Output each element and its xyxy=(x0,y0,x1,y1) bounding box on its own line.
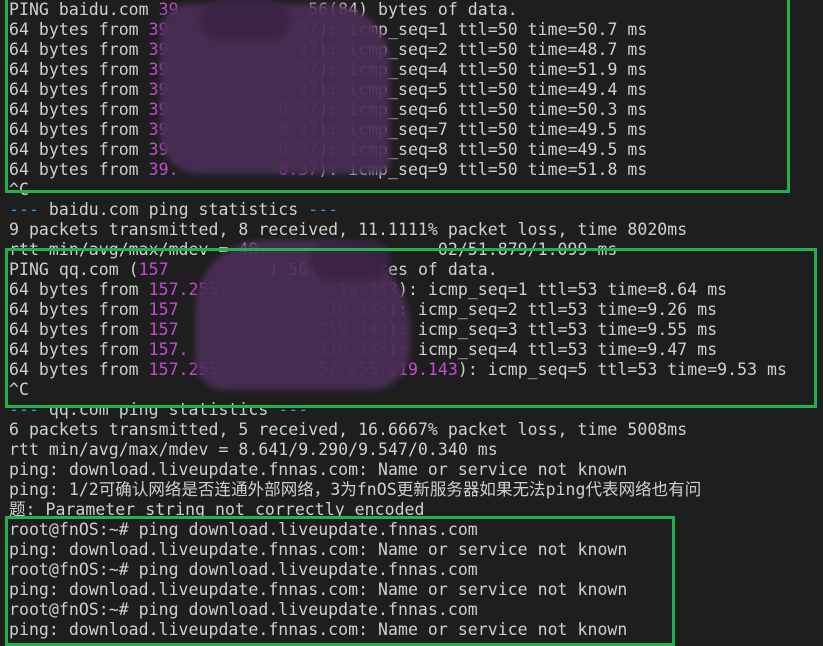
terminal-line: 64 bytes from 39. .37): icmp_seq=4 ttl=5… xyxy=(9,60,823,80)
terminal-line: 题: Parameter string not correctly encode… xyxy=(9,500,823,520)
terminal-line: 64 bytes from 39 0.37): icmp_seq=6 ttl=5… xyxy=(9,100,823,120)
terminal-line: PING baidu.com 39 56(84) bytes of data. xyxy=(9,0,823,20)
output-text: baidu.com ping statistics xyxy=(48,200,299,219)
terminal-line: root@fnOS:~# ping download.liveupdate.fn… xyxy=(9,600,823,620)
output-text: 64 bytes from xyxy=(9,280,149,299)
stats-separator: --- xyxy=(9,400,49,419)
terminal-line: ping: download.liveupdate.fnnas.com: Nam… xyxy=(9,540,823,560)
output-text: ping: 1/2可确认网络是否连通外部网络，3为fnOS更新服务器如果无法pi… xyxy=(9,480,702,499)
ip-address-text: 157 xyxy=(148,300,179,319)
output-text: 题: Parameter string not correctly encode… xyxy=(9,500,425,519)
output-text: 9 packets transmitted, 8 received, 11.11… xyxy=(9,220,688,239)
stats-separator: --- xyxy=(268,400,309,419)
terminal-line: rtt min/avg/max/mdev = 48. 02/51.879/1.0… xyxy=(9,240,823,260)
output-text: ping: download.liveupdate.fnnas.com: Nam… xyxy=(9,540,628,559)
output-text: 64 bytes from xyxy=(9,20,149,39)
stats-separator: --- xyxy=(298,200,339,219)
output-text: 64 bytes from xyxy=(9,140,149,159)
terminal-line: 64 bytes from 157.255 57.255.219.143): i… xyxy=(9,360,823,380)
terminal-line: 64 bytes from 157 219.143): icmp_seq=3 t… xyxy=(9,320,823,340)
terminal-output[interactable]: PING baidu.com 39 56(84) bytes of data.6… xyxy=(9,0,823,640)
terminal-line: ^C xyxy=(9,180,823,200)
output-text: ping: download.liveupdate.fnnas.com: Nam… xyxy=(9,580,628,599)
output-text: 6 packets transmitted, 5 received, 16.66… xyxy=(9,420,688,439)
terminal-line: 6 packets transmitted, 5 received, 16.66… xyxy=(9,420,823,440)
terminal-line: --- qq.com ping statistics --- xyxy=(9,400,823,420)
output-text: 64 bytes from xyxy=(9,360,149,379)
output-text: ): icmp_seq=1 ttl=53 time=8.64 ms xyxy=(398,280,728,299)
terminal-line: 64 bytes from 157.255. 19.143): icmp_seq… xyxy=(9,280,823,300)
output-text: ^C xyxy=(9,380,29,399)
ip-address-text: 157 xyxy=(138,260,169,279)
output-text: ): icmp_seq=5 ttl=53 time=9.53 ms xyxy=(457,360,787,379)
terminal-line: ping: download.liveupdate.fnnas.com: Nam… xyxy=(9,580,823,600)
output-text: root@fnOS:~# ping download.liveupdate.fn… xyxy=(9,560,478,579)
stats-separator: --- xyxy=(9,200,49,219)
output-text: ): icmp_seq=3 ttl=53 time=9.55 ms xyxy=(388,320,718,339)
output-text: rtt min/avg/max/mdev = 8.641/9.290/9.547… xyxy=(9,440,498,459)
terminal-line: 64 bytes from 39 0.37): icmp_seq=8 ttl=5… xyxy=(9,140,823,160)
terminal-line: 64 bytes from 157 19.143): icmp_seq=2 tt… xyxy=(9,300,823,320)
output-text: root@fnOS:~# ping download.liveupdate.fn… xyxy=(9,520,478,539)
output-text: PING qq.com ( xyxy=(9,260,139,279)
output-text: 64 bytes from xyxy=(9,160,149,179)
output-text: 64 bytes from xyxy=(9,80,149,99)
output-text: 64 bytes from xyxy=(9,320,149,339)
output-text: ping: download.liveupdate.fnnas.com: Nam… xyxy=(9,620,628,639)
output-text: ping: download.liveupdate.fnnas.com: Nam… xyxy=(9,460,628,479)
output-text: qq.com ping statistics xyxy=(48,400,269,419)
terminal-line: ping: 1/2可确认网络是否连通外部网络，3为fnOS更新服务器如果无法pi… xyxy=(9,480,823,500)
ip-address-text: 157 xyxy=(148,320,179,339)
terminal-line: ping: download.liveupdate.fnnas.com: Nam… xyxy=(9,620,823,640)
output-text: ): icmp_seq=4 ttl=53 time=9.47 ms xyxy=(388,340,718,359)
output-text: 64 bytes from xyxy=(9,120,149,139)
terminal-line: 64 bytes from 157. 219.143): icmp_seq=4 … xyxy=(9,340,823,360)
redaction-mark-qq-dark xyxy=(310,240,390,280)
terminal-line: 64 bytes from 39 .37): icmp_seq=1 ttl=50… xyxy=(9,20,823,40)
terminal-line: PING qq.com (157 ) 56( ) bytes of data. xyxy=(9,260,823,280)
terminal-line: root@fnOS:~# ping download.liveupdate.fn… xyxy=(9,520,823,540)
terminal-line: ping: download.liveupdate.fnnas.com: Nam… xyxy=(9,460,823,480)
terminal-line: 9 packets transmitted, 8 received, 11.11… xyxy=(9,220,823,240)
output-text: 64 bytes from xyxy=(9,300,149,319)
terminal-line: ^C xyxy=(9,380,823,400)
ip-address-text: 157. xyxy=(148,340,189,359)
terminal-line: 64 bytes from 39 0.37): icmp_seq=7 ttl=5… xyxy=(9,120,823,140)
output-text: 64 bytes from xyxy=(9,60,149,79)
terminal-line: 64 bytes from 39. 0.37): icmp_seq=9 ttl=… xyxy=(9,160,823,180)
output-text: 64 bytes from xyxy=(9,40,149,59)
terminal-line: root@fnOS:~# ping download.liveupdate.fn… xyxy=(9,560,823,580)
terminal-line: --- baidu.com ping statistics --- xyxy=(9,200,823,220)
terminal-line: 64 bytes from 39. .37): icmp_seq=2 ttl=5… xyxy=(9,40,823,60)
output-text: ^C xyxy=(9,180,29,199)
output-text: root@fnOS:~# ping download.liveupdate.fn… xyxy=(9,600,478,619)
output-text: ): icmp_seq=2 ttl=53 time=9.26 ms xyxy=(388,300,718,319)
output-text: 64 bytes from xyxy=(9,340,149,359)
output-text: PING baidu.com xyxy=(9,0,159,19)
output-text: 64 bytes from xyxy=(9,100,149,119)
terminal-line: rtt min/avg/max/mdev = 8.641/9.290/9.547… xyxy=(9,440,823,460)
redaction-mark-baidu-dark xyxy=(200,0,290,40)
terminal-line: 64 bytes from 39 .37): icmp_seq=5 ttl=50… xyxy=(9,80,823,100)
